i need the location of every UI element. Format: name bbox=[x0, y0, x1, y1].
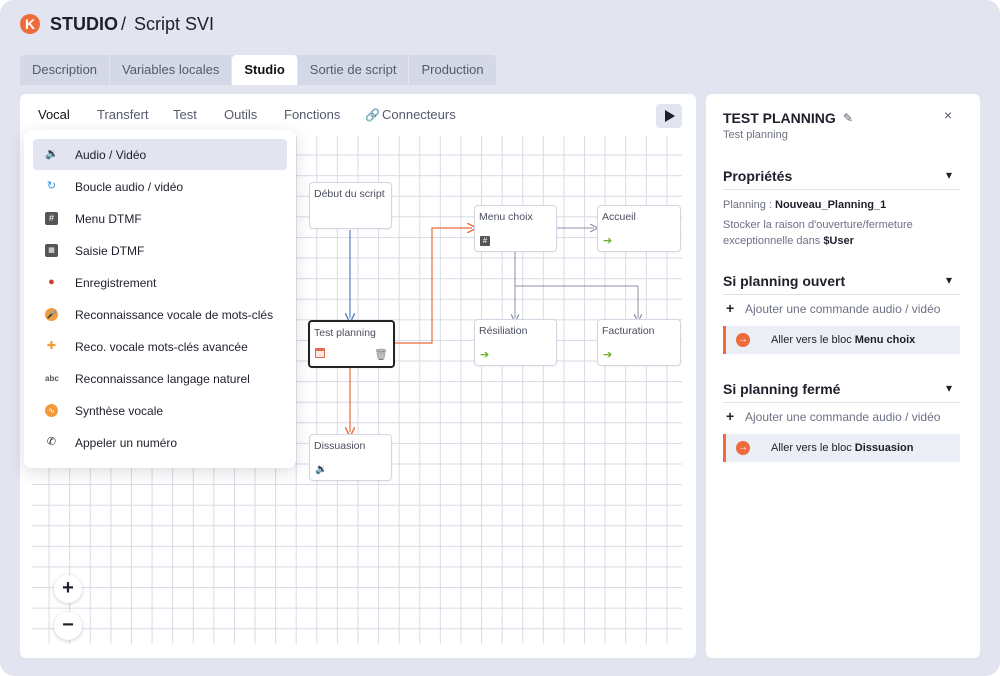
node-label: Résiliation bbox=[479, 325, 528, 337]
microphone-icon: 🎤 bbox=[45, 308, 58, 321]
logo-icon: K bbox=[20, 14, 40, 34]
add-audio-command-ouvert[interactable]: + Ajouter une commande audio / vidéo bbox=[723, 296, 960, 322]
node-menu-choix[interactable]: Menu choix # bbox=[474, 205, 557, 252]
play-button[interactable] bbox=[656, 104, 682, 128]
stocker-property: Stocker la raison d'ouverture/fermeture … bbox=[723, 219, 913, 247]
microphone-plus-icon: ✚ bbox=[46, 340, 57, 352]
menu-item-reco-vocale-avancee[interactable]: ✚ Reco. vocale mots-clés avancée bbox=[33, 331, 287, 362]
green-arrow-icon: ➔ bbox=[603, 235, 613, 247]
sub-tab-connecteurs-label: Connecteurs bbox=[382, 107, 456, 122]
plus-icon: + bbox=[726, 300, 735, 316]
properties-panel: TEST PLANNING ✎ × Test planning Propriét… bbox=[706, 94, 980, 658]
calendar-icon bbox=[315, 348, 325, 361]
sub-tab-vocal[interactable]: Vocal bbox=[38, 107, 70, 122]
node-label: Accueil bbox=[602, 211, 636, 223]
green-arrow-icon: ➔ bbox=[603, 349, 613, 361]
sub-tab-outils[interactable]: Outils bbox=[224, 107, 257, 122]
tab-production[interactable]: Production bbox=[409, 55, 495, 85]
tab-variables-locales[interactable]: Variables locales bbox=[110, 55, 233, 85]
node-facturation[interactable]: Facturation ➔ bbox=[597, 319, 681, 366]
panel-title: TEST PLANNING bbox=[723, 110, 836, 126]
close-icon[interactable]: × bbox=[944, 107, 952, 123]
top-tabs: Description Variables locales Studio Sor… bbox=[20, 55, 496, 85]
section-planning-ferme[interactable]: Si planning fermé ▾ bbox=[723, 379, 960, 403]
zoom-in-button[interactable]: + bbox=[54, 575, 82, 603]
chevron-down-icon: ▾ bbox=[945, 381, 952, 395]
menu-item-boucle-audio-video[interactable]: ↻ Boucle audio / vidéo bbox=[33, 171, 287, 202]
chevron-down-icon: ▾ bbox=[945, 273, 952, 287]
menu-item-menu-dtmf[interactable]: # Menu DTMF bbox=[33, 203, 287, 234]
menu-item-appeler-numero[interactable]: ✆ Appeler un numéro bbox=[33, 427, 287, 458]
goto-block-menu-choix[interactable]: → Aller vers le bloc Menu choix bbox=[723, 326, 960, 354]
menu-item-saisie-dtmf[interactable]: ▦ Saisie DTMF bbox=[33, 235, 287, 266]
arrow-right-icon: → bbox=[736, 333, 750, 347]
tab-description[interactable]: Description bbox=[20, 55, 111, 85]
node-resiliation[interactable]: Résiliation ➔ bbox=[474, 319, 557, 366]
app-name: STUDIO bbox=[50, 14, 119, 34]
trash-icon[interactable]: 🗑 bbox=[374, 350, 388, 361]
menu-item-reconnaissance-vocale[interactable]: 🎤 Reconnaissance vocale de mots-clés bbox=[33, 299, 287, 330]
plus-icon: + bbox=[726, 408, 735, 424]
section-planning-ouvert[interactable]: Si planning ouvert ▾ bbox=[723, 271, 960, 295]
section-proprietes[interactable]: Propriétés ▾ bbox=[723, 166, 960, 190]
node-test-planning[interactable]: Test planning 🗑 bbox=[308, 320, 395, 368]
sub-tab-connecteurs[interactable]: 🔗 Connecteurs bbox=[365, 107, 456, 122]
edit-icon[interactable]: ✎ bbox=[843, 111, 853, 125]
menu-item-enregistrement[interactable]: ● Enregistrement bbox=[33, 267, 287, 298]
node-label: Facturation bbox=[602, 325, 655, 337]
phone-icon: ✆ bbox=[46, 436, 57, 448]
zoom-out-button[interactable]: − bbox=[54, 612, 82, 640]
menu-item-synthese-vocale[interactable]: ∿ Synthèse vocale bbox=[33, 395, 287, 426]
menu-item-audio-video[interactable]: 🔉 Audio / Vidéo bbox=[33, 139, 287, 170]
sub-tab-fonctions[interactable]: Fonctions bbox=[284, 107, 340, 122]
link-icon: 🔗 bbox=[365, 108, 380, 122]
breadcrumb-separator: / bbox=[121, 14, 127, 34]
hash-icon: # bbox=[45, 212, 58, 225]
node-accueil[interactable]: Accueil ➔ bbox=[597, 205, 681, 252]
record-icon: ● bbox=[48, 276, 55, 288]
menu-item-reconnaissance-langage[interactable]: abc Reconnaissance langage naturel bbox=[33, 363, 287, 394]
arrow-right-icon: → bbox=[736, 441, 750, 455]
sub-tab-test[interactable]: Test bbox=[173, 107, 197, 122]
vocal-dropdown-menu: 🔉 Audio / Vidéo ↻ Boucle audio / vidéo #… bbox=[24, 130, 296, 468]
page-title: Script SVI bbox=[134, 14, 215, 34]
loop-icon: ↻ bbox=[46, 180, 57, 192]
hash-icon: # bbox=[480, 236, 490, 246]
green-arrow-icon: ➔ bbox=[480, 349, 490, 361]
goto-block-dissuasion[interactable]: → Aller vers le bloc Dissuasion bbox=[723, 434, 960, 462]
studio-sub-tabs: Vocal Transfert Test Outils Fonctions 🔗 C… bbox=[20, 94, 696, 134]
node-label: Test planning bbox=[314, 327, 376, 339]
tab-studio[interactable]: Studio bbox=[232, 55, 298, 85]
speaker-icon: 🔉 bbox=[315, 464, 328, 475]
speaker-icon: 🔉 bbox=[45, 148, 59, 160]
node-label: Dissuasion bbox=[314, 440, 366, 452]
waveform-icon: ∿ bbox=[45, 404, 58, 417]
app-window: K STUDIO / Script SVI Description Variab… bbox=[0, 0, 1000, 676]
node-label: Menu choix bbox=[479, 211, 533, 223]
abc-icon: abc bbox=[45, 374, 59, 383]
add-audio-command-ferme[interactable]: + Ajouter une commande audio / vidéo bbox=[723, 404, 960, 430]
node-dissuasion[interactable]: Dissuasion 🔉 bbox=[309, 434, 392, 481]
tab-sortie-de-script[interactable]: Sortie de script bbox=[298, 55, 410, 85]
panel-subtitle: Test planning bbox=[723, 129, 788, 141]
node-label: Début du script bbox=[314, 188, 385, 200]
planning-property: Planning : Nouveau_Planning_1 bbox=[723, 199, 887, 211]
sub-tab-transfert[interactable]: Transfert bbox=[97, 107, 149, 122]
chevron-down-icon: ▾ bbox=[945, 168, 952, 182]
node-debut-du-script[interactable]: Début du script bbox=[309, 182, 392, 229]
keypad-icon: ▦ bbox=[45, 244, 58, 257]
